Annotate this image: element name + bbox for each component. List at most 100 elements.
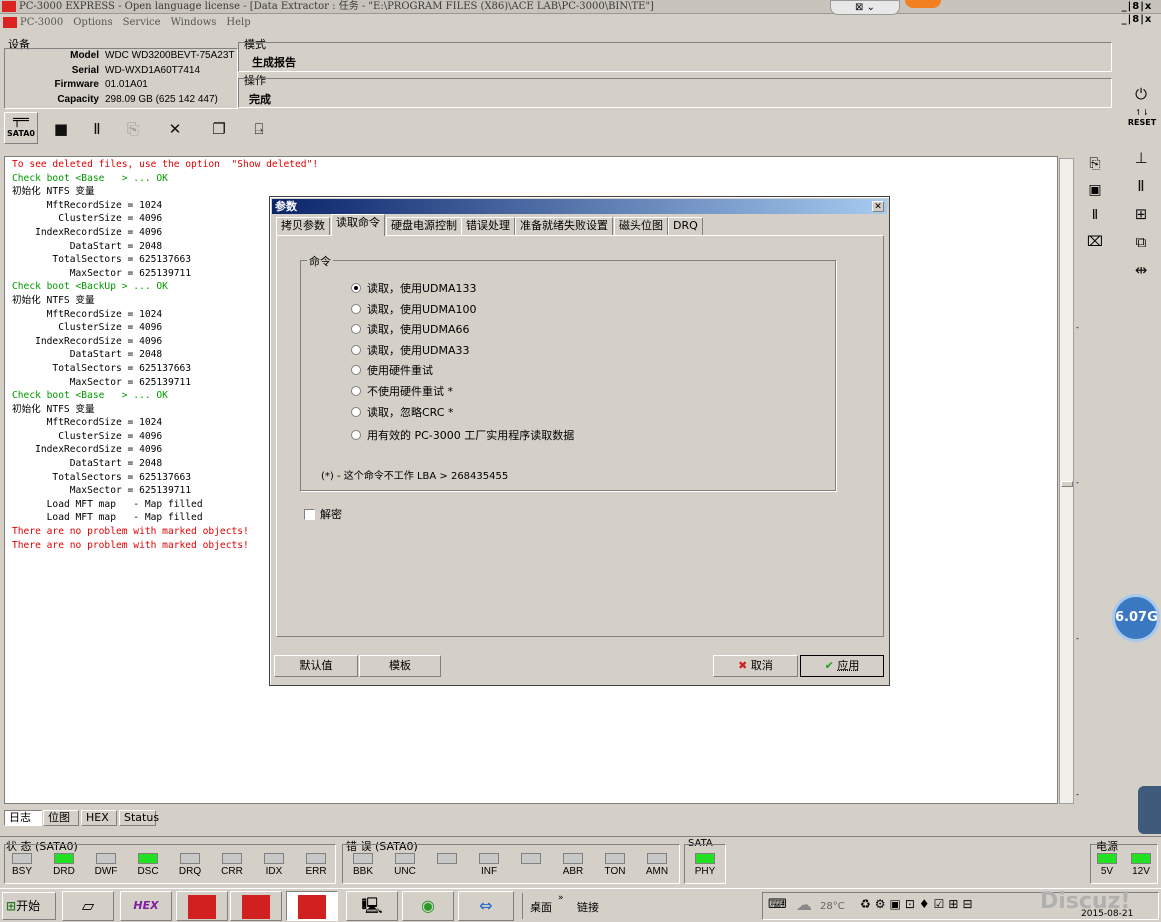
- tab-head-map[interactable]: 磁头位图: [614, 217, 668, 235]
- taskbar-pc3000-b[interactable]: [230, 891, 282, 921]
- stop-button[interactable]: ■: [46, 116, 76, 142]
- links-toolbar[interactable]: 链接: [577, 899, 599, 915]
- radio-udma133[interactable]: [351, 283, 361, 293]
- option-factory-utility[interactable]: 用有效的 PC-3000 工厂实用程序读取数据: [351, 427, 574, 445]
- sector-icon[interactable]: ⊞: [1126, 200, 1156, 228]
- taskbar-computer-app[interactable]: 🖳: [346, 891, 398, 921]
- option-udma66[interactable]: 读取，使用UDMA66: [351, 321, 470, 339]
- menu-pc3000[interactable]: PC-3000: [20, 17, 63, 28]
- window-controls-text[interactable]: _|8|x: [1116, 0, 1158, 13]
- scroll-thumb[interactable]: [1061, 481, 1073, 487]
- scroll-tick: -: [1076, 323, 1079, 332]
- pause-side-icon[interactable]: Ⅱ: [1126, 172, 1156, 200]
- radio-ignore-crc[interactable]: [351, 407, 361, 417]
- led-label: ABR: [562, 866, 584, 877]
- tab-log[interactable]: 日志: [4, 810, 42, 826]
- tab-drq[interactable]: DRQ: [668, 217, 703, 235]
- model-key: Model: [70, 50, 99, 61]
- power-panel: [1090, 844, 1158, 884]
- taskbar-teamviewer-app[interactable]: ⇔: [458, 891, 514, 921]
- menu-windows[interactable]: Windows: [171, 17, 217, 28]
- copy-icon[interactable]: ⧉: [1126, 228, 1156, 256]
- led-indicator: [138, 853, 158, 864]
- reset-button[interactable]: ↿⇂ RESET: [1126, 108, 1158, 144]
- option-udma100[interactable]: 读取，使用UDMA100: [351, 301, 477, 319]
- log-scrollbar[interactable]: [1059, 158, 1074, 804]
- chevron-down-icon[interactable]: ⌄: [867, 2, 875, 13]
- radio-no-hw-retry[interactable]: [351, 386, 361, 396]
- model-value: WDC WD3200BEVT-75A23T: [105, 50, 235, 61]
- taskbar-pc3000-a[interactable]: [176, 891, 228, 921]
- pause-button[interactable]: Ⅱ: [82, 116, 112, 142]
- tab-copy-params[interactable]: 拷贝参数: [276, 217, 330, 235]
- option-ignore-crc[interactable]: 读取，忽略CRC *: [351, 404, 453, 422]
- power-control-icon[interactable]: ⏻: [1126, 80, 1156, 108]
- menu-options[interactable]: Options: [73, 17, 112, 28]
- tools-icon[interactable]: ✕: [160, 116, 190, 142]
- taskbar-hex-app[interactable]: HEX: [120, 891, 172, 921]
- menu-help[interactable]: Help: [226, 17, 250, 28]
- start-button[interactable]: ⊞开始: [2, 892, 56, 920]
- led-indicator: [306, 853, 326, 864]
- option-hw-retry[interactable]: 使用硬件重试: [351, 362, 433, 380]
- led-indicator: [521, 853, 541, 864]
- tab-page: 命令 读取，使用UDMA133 读取，使用UDMA100 读取，使用UDMA66…: [276, 235, 884, 637]
- speed-badge[interactable]: 6.07G: [1112, 594, 1160, 642]
- radio-factory-utility[interactable]: [351, 430, 361, 440]
- taskbar-pc3000-active[interactable]: [286, 891, 338, 921]
- dialog-title: 参数: [275, 200, 297, 213]
- tab-bitmap[interactable]: 位图: [43, 810, 79, 826]
- save-icon[interactable]: ▣: [1082, 182, 1108, 208]
- option-udma133[interactable]: 读取，使用UDMA133: [351, 280, 477, 298]
- apply-button[interactable]: ✔ 应用: [800, 655, 884, 677]
- chevron-right-icon[interactable]: »: [558, 893, 564, 903]
- clock-date: 2015-08-21: [1081, 909, 1134, 919]
- windows-icon[interactable]: ❐: [204, 116, 234, 142]
- taskbar-disk-app[interactable]: ▱: [62, 891, 114, 921]
- taskbar-network-app[interactable]: ◉: [402, 891, 454, 921]
- connector-icon[interactable]: ⇹: [1126, 256, 1156, 284]
- window-title: PC-3000 EXPRESS - Open language license …: [19, 1, 654, 12]
- dialog-close-button[interactable]: ✕: [872, 201, 884, 212]
- led-indicator: [12, 853, 32, 864]
- led-label: DRQ: [178, 866, 202, 877]
- option-udma66-label: 读取，使用UDMA66: [367, 323, 470, 336]
- keyboard-icon[interactable]: ⌨: [768, 897, 787, 912]
- tray-icons[interactable]: ♻⚙▣⊡♦☑⊞⊟: [860, 897, 977, 911]
- led-label: ERR: [305, 866, 327, 877]
- dialog-title-bar: 参数 ✕: [272, 199, 887, 214]
- decrypt-checkbox-row[interactable]: 解密: [304, 506, 342, 522]
- export-icon[interactable]: ⎘: [1082, 156, 1108, 182]
- command-note: (*) - 这个命令不工作 LBA > 268435455: [321, 471, 509, 482]
- decrypt-checkbox[interactable]: [304, 509, 315, 520]
- pause-log-icon[interactable]: Ⅱ: [1082, 208, 1108, 234]
- desktop-toolbar[interactable]: 桌面: [530, 899, 552, 915]
- radio-udma33[interactable]: [351, 345, 361, 355]
- template-button[interactable]: 模板: [359, 655, 441, 677]
- radio-udma66[interactable]: [351, 324, 361, 334]
- tab-ready-fail[interactable]: 准备就绪失败设置: [515, 217, 613, 235]
- side-widget[interactable]: [1138, 786, 1161, 834]
- radio-udma100[interactable]: [351, 304, 361, 314]
- option-no-hw-retry[interactable]: 不使用硬件重试 *: [351, 383, 453, 401]
- option-udma33[interactable]: 读取，使用UDMA33: [351, 342, 470, 360]
- firmware-value: 01.01A01: [105, 79, 148, 90]
- menu-service[interactable]: Service: [123, 17, 161, 28]
- sata0-port-button[interactable]: ╤═ SATA0: [4, 112, 38, 144]
- exit-icon[interactable]: ⍈: [244, 116, 274, 142]
- resume-button[interactable]: ⎘: [118, 116, 148, 142]
- tab-read-command[interactable]: 读取命令: [331, 214, 385, 236]
- cancel-button[interactable]: ✖ 取消: [713, 655, 798, 677]
- checkmark-icon: ✔: [824, 659, 834, 672]
- radio-hw-retry[interactable]: [351, 365, 361, 375]
- led-label: DWF: [94, 866, 118, 877]
- tree-icon[interactable]: ⊥: [1126, 144, 1156, 172]
- tab-power-control[interactable]: 硬盘电源控制: [386, 217, 462, 235]
- tab-status[interactable]: Status: [119, 810, 159, 826]
- tab-hex[interactable]: HEX: [81, 810, 117, 826]
- decrypt-label: 解密: [320, 508, 342, 521]
- default-button[interactable]: 默认值: [274, 655, 358, 677]
- clear-log-icon[interactable]: ⌧: [1082, 234, 1108, 260]
- restore-icon[interactable]: ⊠: [855, 2, 863, 13]
- tab-error-handling[interactable]: 错误处理: [461, 217, 515, 235]
